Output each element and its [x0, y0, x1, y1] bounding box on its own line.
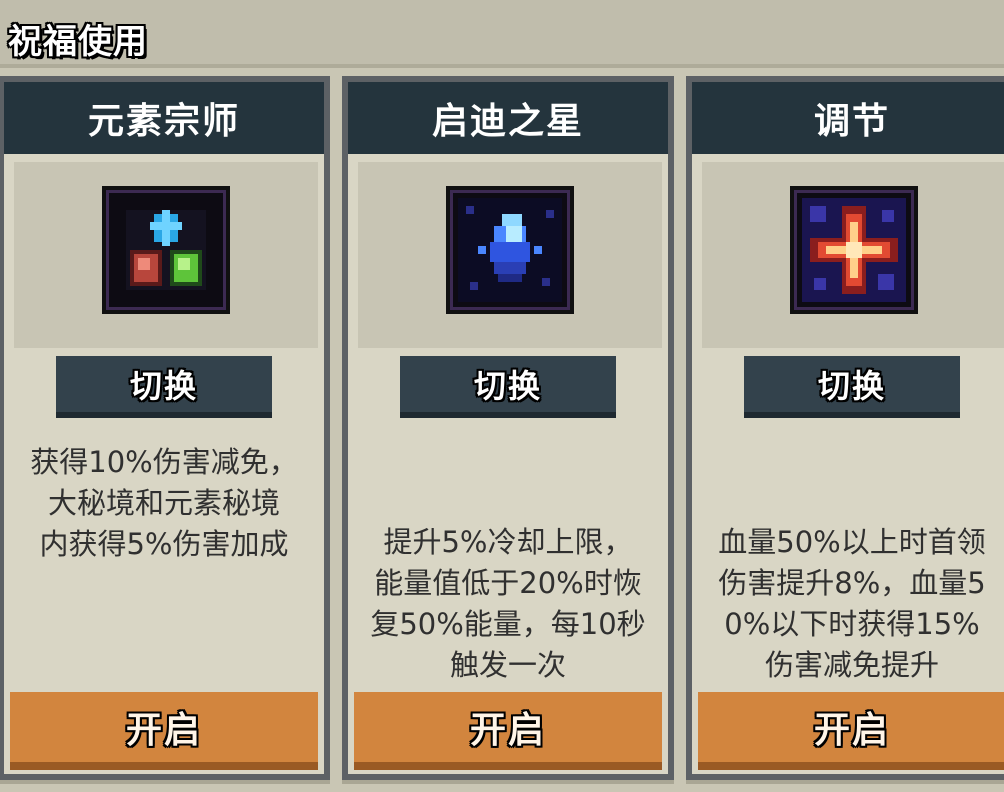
switch-button-label: 切换 [817, 367, 886, 405]
open-button[interactable]: 开启 [10, 692, 318, 770]
open-button-label: 开启 [813, 710, 890, 751]
switch-button-label: 切换 [473, 367, 542, 405]
blessing-card-adjust: 调节 切换 血量50%以上时首领 伤害提升8%，血量5 0%以下时获得15% 伤… [686, 76, 1004, 784]
icon-area [358, 162, 662, 348]
blessing-description: 提升5%冷却上限， 能量值低于20%时恢 复50%能量，每10秒 触发一次 [370, 525, 646, 682]
element-master-icon [102, 186, 230, 314]
card-title: 调节 [813, 101, 890, 142]
card-header: 启迪之星 [348, 82, 668, 154]
switch-button[interactable]: 切换 [744, 356, 960, 418]
switch-button-label: 切换 [129, 367, 198, 405]
enlightenment-star-icon [446, 186, 574, 314]
card-header: 元素宗师 [4, 82, 324, 154]
switch-button[interactable]: 切换 [56, 356, 272, 418]
page-title: 祝福使用 [8, 22, 148, 62]
adjust-cross-icon [790, 186, 918, 314]
open-button-label: 开启 [469, 710, 546, 751]
switch-button[interactable]: 切换 [400, 356, 616, 418]
blessing-description: 血量50%以上时首领 伤害提升8%，血量5 0%以下时获得15% 伤害减免提升 [718, 525, 986, 682]
card-header: 调节 [692, 82, 1004, 154]
blessing-card-enlightenment-star: 启迪之星 切换 提升5%冷却上限， 能量值低于20%时恢 复50%能量，每10秒… [342, 76, 674, 784]
open-button-label: 开启 [125, 710, 202, 751]
blessing-description: 获得10%伤害减免， 大秘境和元素秘境 内获得5%伤害加成 [30, 445, 298, 561]
icon-area [702, 162, 1004, 348]
open-button[interactable]: 开启 [354, 692, 662, 770]
open-button[interactable]: 开启 [698, 692, 1004, 770]
card-title: 元素宗师 [87, 101, 240, 142]
blessing-header: 祝福使用 [0, 0, 1004, 68]
icon-area [14, 162, 318, 348]
blessing-card-element-master: 元素宗师 切换 获得10%伤害减免， 大秘境和元素秘境 内获得5%伤害加成 开启 [0, 76, 330, 784]
card-title: 启迪之星 [431, 101, 584, 142]
